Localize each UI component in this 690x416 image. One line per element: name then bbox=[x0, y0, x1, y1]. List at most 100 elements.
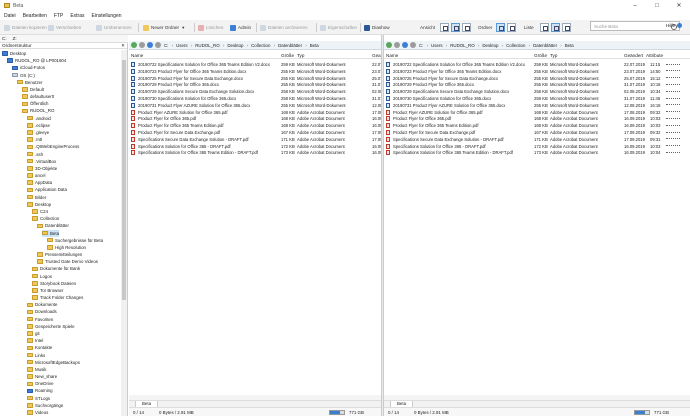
col-type[interactable]: Typ bbox=[297, 53, 304, 58]
file-row[interactable]: 20190723 Product Flyer for Office 365 Te… bbox=[129, 68, 381, 75]
drive-c[interactable]: C: bbox=[2, 36, 7, 41]
file-row[interactable]: 20190731 Product Flyer AZURE Solution fo… bbox=[384, 102, 690, 109]
tree-item[interactable]: Videos bbox=[27, 409, 48, 416]
tree-item[interactable]: Suchergebnisse für Beta bbox=[47, 237, 103, 244]
breadcrumb-item[interactable]: Datenblätter bbox=[278, 43, 307, 48]
archive-button[interactable]: Dateien archivieren bbox=[260, 23, 308, 32]
maximize-button[interactable]: □ bbox=[646, 0, 668, 11]
file-row[interactable]: Product Flyer AZURE Solution for Office … bbox=[384, 109, 690, 116]
file-row[interactable]: 20190730 Specifications Solution for Off… bbox=[384, 95, 690, 102]
tree-item[interactable]: STLogs bbox=[27, 395, 50, 402]
delete-button[interactable]: Löschen bbox=[198, 23, 223, 32]
breadcrumb-item[interactable]: RUDOL_RO bbox=[450, 43, 479, 48]
tree-item[interactable]: ancel bbox=[27, 172, 46, 179]
col-type[interactable]: Typ bbox=[550, 53, 557, 58]
breadcrumb-item[interactable]: Collection bbox=[506, 43, 530, 48]
breadcrumb-item[interactable]: Beta bbox=[565, 43, 576, 48]
new-folder-button[interactable]: Neuer Ordner ▾ bbox=[143, 23, 184, 32]
file-row[interactable]: Product Flyer for Office 365 Teams Editi… bbox=[384, 122, 690, 129]
tree-item[interactable]: C24 bbox=[32, 208, 48, 215]
file-row[interactable]: 20190730 Specifications Solution for Off… bbox=[129, 95, 381, 102]
move-button[interactable]: Verschieben bbox=[48, 23, 81, 32]
tree-item[interactable]: .Intl bbox=[27, 136, 42, 143]
tree-item[interactable]: Suchvorgänge bbox=[27, 402, 63, 409]
close-tree-icon[interactable]: ✕ bbox=[121, 43, 125, 48]
tree-item[interactable]: .QtWebEngineProcess bbox=[27, 143, 79, 150]
forward-icon[interactable] bbox=[139, 42, 145, 48]
menu-einstellungen[interactable]: Einstellungen bbox=[92, 13, 122, 19]
close-button[interactable]: ✕ bbox=[668, 0, 690, 11]
tree-item[interactable]: AppData bbox=[27, 179, 52, 186]
drive-z[interactable]: Z: bbox=[13, 36, 17, 41]
list-single-icon[interactable] bbox=[540, 23, 549, 32]
breadcrumb-item[interactable]: Datenblätter bbox=[533, 43, 562, 48]
tree-item[interactable]: Tor Browser bbox=[32, 287, 63, 294]
breadcrumb-item[interactable]: Users bbox=[176, 43, 192, 48]
scroll-thumb[interactable] bbox=[122, 60, 126, 300]
file-row[interactable]: Product Flyer for Office 365 Teams Editi… bbox=[129, 122, 381, 129]
tree-item[interactable]: Beta bbox=[42, 229, 60, 237]
tree-item[interactable]: Benutzer bbox=[17, 79, 43, 86]
tree-item[interactable]: Datenblätter bbox=[37, 222, 69, 229]
tree-item[interactable]: Pressemitteilungen bbox=[37, 251, 82, 258]
breadcrumb-item[interactable]: Desktop bbox=[482, 43, 503, 48]
tree-item[interactable]: Kontakte bbox=[27, 344, 52, 351]
view-details-icon[interactable] bbox=[440, 23, 449, 32]
file-row[interactable]: Product Flyer AZURE Solution for Office … bbox=[129, 109, 381, 116]
tree-item[interactable]: .gleeye bbox=[27, 129, 49, 136]
up-icon[interactable] bbox=[402, 42, 408, 48]
file-row[interactable]: 20190731 Product Flyer AZURE Solution fo… bbox=[129, 102, 381, 109]
tree-item[interactable]: Track Folder Changes bbox=[32, 294, 83, 301]
file-row[interactable]: 20190729 Product Flyer for Office 365.do… bbox=[129, 81, 381, 88]
help-button[interactable]: Hilfe bbox=[666, 23, 683, 28]
file-row[interactable]: 20190722 Specifications Solution for Off… bbox=[129, 61, 381, 68]
file-row[interactable]: Specifications Secure Data Exchange Solu… bbox=[129, 136, 381, 143]
list-dual-icon[interactable] bbox=[551, 23, 560, 32]
col-attr[interactable]: Attribute bbox=[646, 53, 663, 58]
file-row[interactable]: Product Flyer for Office 365.pdf 168 KB Ad… bbox=[129, 115, 381, 122]
file-row[interactable]: 20190729 Product Flyer for Office 365.do… bbox=[384, 81, 690, 88]
col-name[interactable]: Name bbox=[131, 53, 143, 58]
file-row[interactable]: Specifications Solution for Office 365 T… bbox=[129, 149, 381, 156]
file-row[interactable]: Product Flyer for Secure Data Exchange.p… bbox=[129, 129, 381, 136]
back-icon[interactable] bbox=[386, 42, 392, 48]
tree-item[interactable]: Trusted Gate Demo Videos bbox=[37, 258, 98, 265]
col-size[interactable]: Größe bbox=[534, 53, 547, 58]
breadcrumb-item[interactable]: Collection bbox=[251, 43, 275, 48]
breadcrumb-item[interactable]: Users bbox=[431, 43, 447, 48]
menu-bearbeiten[interactable]: Bearbeiten bbox=[23, 13, 47, 19]
col-size[interactable]: Größe bbox=[281, 53, 294, 58]
tree-item[interactable]: Links bbox=[27, 352, 45, 359]
tree-item[interactable]: Desktop bbox=[2, 50, 26, 57]
file-row[interactable]: Specifications Solution for Office 365 -… bbox=[384, 143, 690, 150]
tree-item[interactable]: Öffentlich bbox=[22, 100, 48, 107]
tree-item[interactable]: New_share bbox=[27, 373, 57, 380]
tree-item[interactable]: Musik bbox=[27, 366, 46, 373]
file-row[interactable]: 20190725 Product Flyer for Secure Data E… bbox=[129, 75, 381, 82]
tree-item[interactable]: OS (C:) bbox=[12, 72, 35, 79]
tree-item[interactable]: git bbox=[27, 330, 40, 337]
file-row[interactable]: Product Flyer for Secure Data Exchange.p… bbox=[384, 129, 690, 136]
tree-item[interactable]: Favoriten bbox=[27, 316, 53, 323]
tree-scrollbar[interactable] bbox=[121, 50, 127, 416]
tree-item[interactable]: Storybook Dateien bbox=[32, 280, 76, 287]
menu-datei[interactable]: Datei bbox=[4, 13, 16, 19]
tree-item[interactable]: iCloud-Fotos bbox=[12, 64, 45, 71]
folder-panel-icon[interactable] bbox=[496, 23, 505, 32]
tree-item[interactable]: .VirtualBox bbox=[27, 158, 56, 165]
tree-item[interactable]: .ssh bbox=[27, 151, 43, 158]
menu-ftp[interactable]: FTP bbox=[54, 13, 63, 19]
forward-icon[interactable] bbox=[394, 42, 400, 48]
minimize-button[interactable]: – bbox=[624, 0, 646, 11]
breadcrumb-item[interactable]: RUDOL_RO bbox=[195, 43, 224, 48]
tree-item[interactable]: Intel bbox=[27, 337, 43, 344]
up-icon[interactable] bbox=[147, 42, 153, 48]
file-row[interactable]: 20190722 Specifications Solution for Off… bbox=[384, 61, 690, 68]
tree-item[interactable]: RUDOL_RO @ LP001604 bbox=[7, 57, 66, 64]
tree-item[interactable]: RUDOL_RO bbox=[22, 107, 54, 114]
tree-item[interactable]: Application Data bbox=[27, 186, 67, 193]
folder-tree-icon[interactable] bbox=[507, 23, 516, 32]
tree-item[interactable]: Gespeicherte Spiele bbox=[27, 323, 75, 330]
col-date[interactable]: Gea bbox=[372, 53, 381, 58]
tree-item[interactable]: Bilder bbox=[27, 194, 46, 201]
